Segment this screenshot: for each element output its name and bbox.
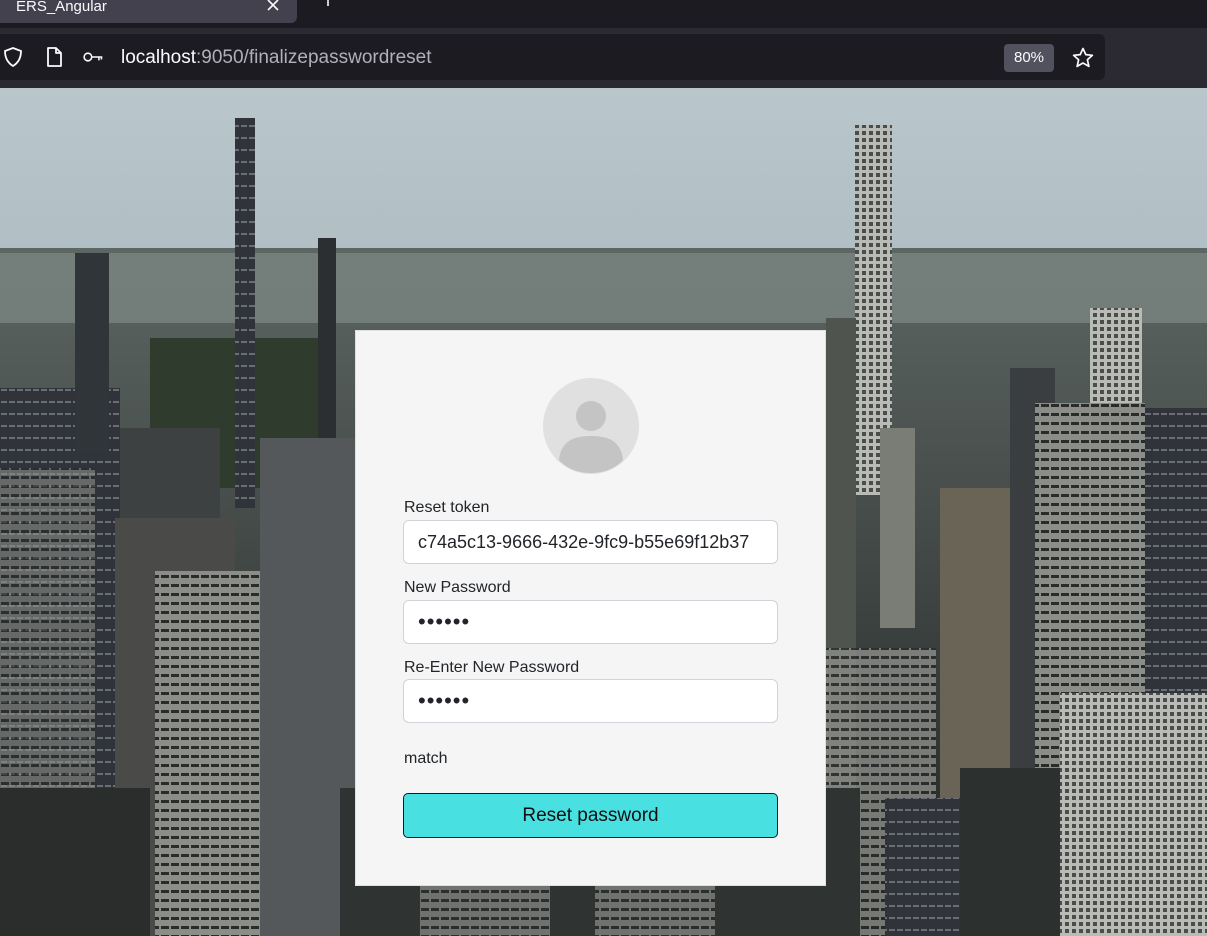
url-path: :9050/finalizepasswordreset xyxy=(196,47,432,68)
browser-nav-bar: localhost:9050/finalizepasswordreset 80% xyxy=(0,28,1207,88)
shield-icon[interactable] xyxy=(2,46,24,68)
browser-tab[interactable]: ERS_Angular xyxy=(0,0,297,23)
url-text[interactable]: localhost:9050/finalizepasswordreset xyxy=(121,47,432,69)
reset-password-card: Reset token New Password Re-Enter New Pa… xyxy=(355,330,826,886)
new-tab-icon[interactable] xyxy=(320,0,336,8)
url-bar[interactable]: localhost:9050/finalizepasswordreset 80% xyxy=(0,34,1105,80)
reenter-password-input[interactable] xyxy=(403,679,778,723)
bookmark-star-icon[interactable] xyxy=(1071,46,1095,70)
page-icon[interactable] xyxy=(43,46,65,68)
url-host: localhost xyxy=(121,47,196,68)
tab-title: ERS_Angular xyxy=(16,0,107,15)
new-password-label: New Password xyxy=(404,579,511,596)
reenter-password-label: Re-Enter New Password xyxy=(404,659,580,676)
avatar xyxy=(543,378,639,474)
page-viewport: Reset token New Password Re-Enter New Pa… xyxy=(0,88,1207,936)
password-match-status: match xyxy=(404,750,448,767)
zoom-level-badge[interactable]: 80% xyxy=(1004,44,1054,72)
new-password-input[interactable] xyxy=(403,600,778,644)
key-icon[interactable] xyxy=(82,46,104,68)
reset-token-label: Reset token xyxy=(404,499,490,516)
reset-password-button[interactable]: Reset password xyxy=(403,793,778,838)
reset-token-input[interactable] xyxy=(403,520,778,564)
browser-tab-strip: ERS_Angular xyxy=(0,0,1207,28)
close-icon[interactable] xyxy=(266,0,280,12)
